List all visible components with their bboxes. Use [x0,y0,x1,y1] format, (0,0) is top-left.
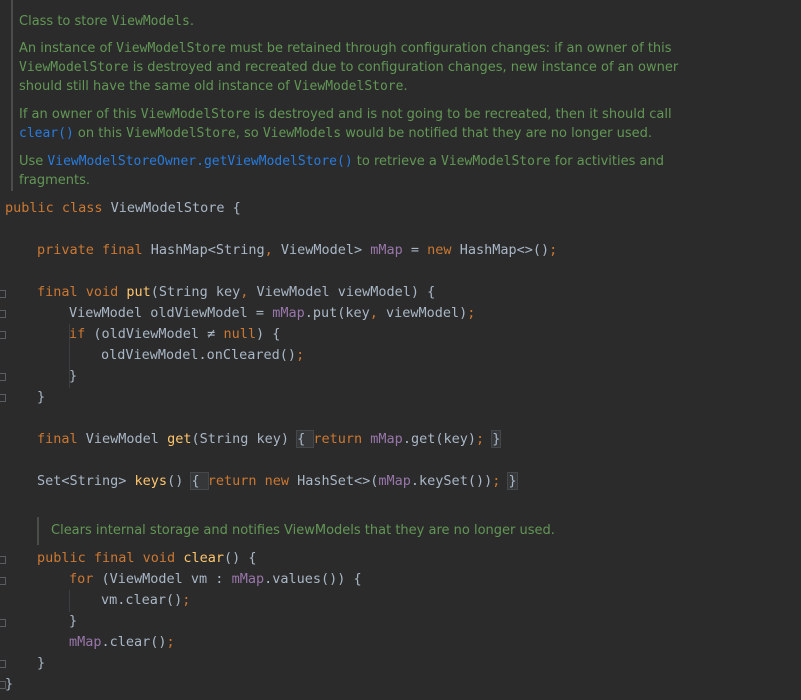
code-line-class-close[interactable]: } [5,674,13,695]
code-line-field-mmap[interactable]: private final HashMap<String, ViewModel>… [37,240,557,261]
fold-marker-icon[interactable] [0,310,6,318]
fold-marker-icon[interactable] [0,577,6,585]
code-line-put-body-1[interactable]: ViewModel oldViewModel = mMap.put(key, v… [69,303,475,324]
clear-javadoc: Clears internal storage and notifies Vie… [37,517,799,545]
code-line-for[interactable]: for (ViewModel vm : mMap.values()) { [69,569,362,590]
fold-marker-icon[interactable] [0,619,6,627]
code-line-clear-close[interactable]: } [37,653,45,674]
javadoc-paragraph-2: An instance of ViewModelStore must be re… [19,41,679,94]
javadoc-paragraph-1: Class to store ViewModels. [19,14,194,29]
fold-marker-icon[interactable] [0,556,6,564]
fold-marker-icon[interactable] [0,331,6,339]
fold-marker-icon[interactable] [0,290,6,298]
folded-block-close[interactable]: } [507,472,518,490]
code-line-keys[interactable]: Set<String> keys() { return new HashSet<… [37,471,518,492]
javadoc-paragraph-3: If an owner of this ViewModelStore is de… [19,107,672,141]
code-line-put-decl[interactable]: final void put(String key, ViewModel vie… [37,282,435,303]
javadoc-paragraph-4: Use ViewModelStoreOwner.getViewModelStor… [19,154,664,188]
code-line-put-close[interactable]: } [37,387,45,408]
code-line-if-close[interactable]: } [69,366,77,387]
clear-link[interactable]: clear() [19,126,74,141]
code-line-vm-clear[interactable]: vm.clear(); [101,590,190,611]
code-line-class-decl[interactable]: public class ViewModelStore { [5,198,241,219]
code-line-mmap-clear[interactable]: mMap.clear(); [69,632,175,653]
fold-marker-icon[interactable] [0,660,6,668]
folded-block-open[interactable]: { [190,472,209,490]
code-line-get[interactable]: final ViewModel get(String key) { return… [37,429,502,450]
code-line-if[interactable]: if (oldViewModel ≠ null) { [69,324,280,345]
code-line-clear-decl[interactable]: public final void clear() { [37,548,256,569]
code-line-on-cleared[interactable]: oldViewModel.onCleared(); [101,345,304,366]
code-line-for-close[interactable]: } [69,611,77,632]
get-view-model-store-link[interactable]: ViewModelStoreOwner.getViewModelStore() [47,154,352,169]
folded-block-open[interactable]: { [296,430,315,448]
indent-guide [69,590,70,612]
class-javadoc: Class to store ViewModels. An instance o… [11,0,801,191]
fold-marker-icon[interactable] [0,373,6,381]
folded-block-close[interactable]: } [491,430,502,448]
fold-marker-icon[interactable] [0,394,6,402]
